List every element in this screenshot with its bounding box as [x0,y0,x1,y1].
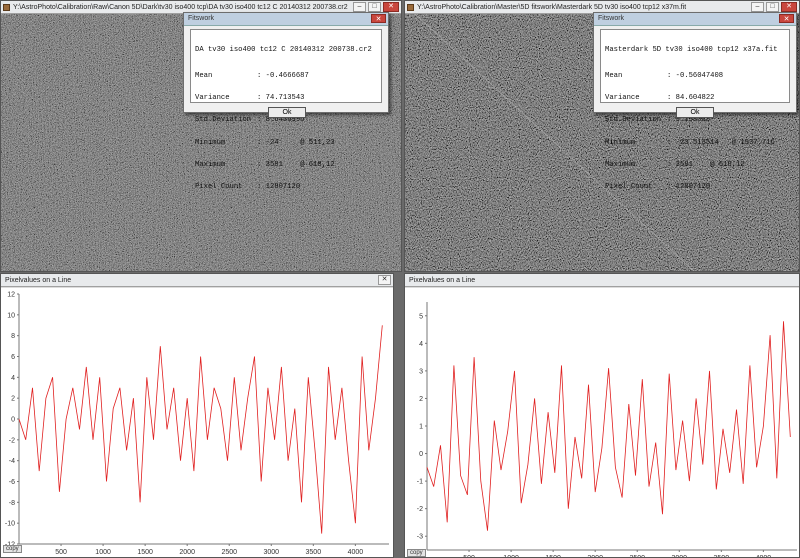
stat-label: Pixel Count [605,183,653,192]
stat-label: Std.Deviation [195,116,252,125]
app-icon [3,4,10,11]
stat-row-minimum: Minimum : -23.513514 @ 1937,716 [605,138,785,147]
y-tick-label: 2 [419,396,423,403]
raw-dark-window[interactable]: Y:\AstroPhoto\Calibration\Raw\Canon 5D\D… [0,0,402,272]
y-tick-label: -6 [9,479,15,486]
stat-value: : -0.4666687 [257,72,309,81]
stat-row-stddev: Std.Deviation: 8.6436996 [195,116,377,125]
stat-row-pixel-count: Pixel Count : 12807120 [605,183,785,192]
stat-label: Variance [605,94,640,103]
y-tick-label: 2 [11,396,15,403]
series-line [18,325,383,534]
line-profile-plot-raw[interactable]: 121086420-2-4-6-8-10-1250010001500200025… [1,288,394,558]
stat-label: Minimum [605,138,636,147]
stat-label: Mean [605,72,623,81]
stat-row-stddev: Std.Deviation: 9.198088 [605,116,785,125]
x-tick-label: 1000 [95,549,111,556]
copy-button[interactable]: copy [3,545,22,553]
stat-row-mean: Mean : -0.4666687 [195,72,377,81]
stat-label: Maximum [605,160,636,169]
stat-value: : 3581 @ 618,12 [667,160,745,169]
stats-dialog-raw[interactable]: Fitswork ✕ DA tv30 iso400 tc12 C 2014031… [183,12,389,191]
stats-dialog-master[interactable]: Fitswork ✕ Masterdark 5D tv30 iso400 tcp… [593,12,797,191]
ok-button[interactable]: Ok [676,107,714,118]
maximize-button[interactable]: □ [766,2,779,12]
x-tick-label: 1500 [137,549,153,556]
stat-label: Minimum [195,138,226,147]
y-tick-label: 0 [419,451,423,458]
line-profile-window-raw[interactable]: Pixelvalues on a Line ✕ 12 10 8 6 4 2 0 -2 -4 -6 -… [0,273,394,558]
x-tick-label: 4000 [348,549,364,556]
stat-label: Mean [195,72,213,81]
stat-label: Maximum [195,160,226,169]
stat-row-variance: Variance : 74.713543 [195,94,377,103]
x-tick-label: 3000 [263,549,279,556]
stat-value: : 3581 @ 618,12 [257,160,335,169]
close-button[interactable]: ✕ [781,2,797,12]
x-tick-label: 500 [55,549,67,556]
line-profile-plot-master[interactable]: 543210-1-2-35001000150020002500300035004… [405,288,800,558]
window-title: Pixelvalues on a Line [409,277,476,284]
y-tick-label: 10 [7,312,15,319]
stat-row-mean: Mean : -0.56047408 [605,72,785,81]
line-profile-titlebar[interactable]: Pixelvalues on a Line [405,274,799,287]
y-tick-label: 1 [419,424,423,431]
y-tick-label: -2 [417,506,423,513]
line-profile-window-master[interactable]: Pixelvalues on a Line 543210-1-2-3500100… [404,273,800,558]
y-tick-label: -8 [9,500,15,507]
copy-button[interactable]: copy [407,549,426,557]
stat-value: : -0.56047408 [667,72,724,81]
y-tick-label: 8 [11,333,15,340]
x-tick-label: 2500 [221,549,237,556]
stat-row-pixel-count: Pixel Count : 12807120 [195,183,377,192]
stats-filename: Masterdark 5D tv30 iso400 tcp12 x37a.fit [605,45,778,54]
window-title: Pixelvalues on a Line [5,277,72,284]
y-tick-label: 12 [7,292,15,299]
close-button[interactable]: ✕ [378,275,391,285]
line-profile-titlebar[interactable]: Pixelvalues on a Line ✕ [1,274,393,287]
x-tick-label: 2000 [179,549,195,556]
close-button[interactable]: ✕ [383,2,399,12]
stat-row-maximum: Maximum : 3581 @ 618,12 [195,160,377,169]
stat-label: Variance [195,94,230,103]
dialog-close-button[interactable]: ✕ [371,14,386,23]
y-tick-label: -1 [417,479,423,486]
maximize-button[interactable]: □ [368,2,381,12]
series-line [426,321,791,531]
stats-panel: Masterdark 5D tv30 iso400 tcp12 x37a.fit… [600,29,790,191]
minimize-button[interactable]: – [751,2,764,12]
y-tick-label: 0 [11,417,15,424]
minimize-button[interactable]: – [353,2,366,12]
y-tick-label: 5 [419,313,423,320]
stat-value: : 12807120 [667,183,711,192]
x-tick-label: 3500 [306,549,322,556]
y-tick-label: 3 [419,368,423,375]
dialog-close-button[interactable]: ✕ [779,14,794,23]
y-tick-label: -10 [5,521,15,528]
master-dark-window[interactable]: Y:\AstroPhoto\Calibration\Master\5D fits… [404,0,800,272]
stat-label: Std.Deviation [605,116,662,125]
stat-row-minimum: Minimum : -24 @ 511,23 [195,138,377,147]
y-tick-label: 4 [11,375,15,382]
stats-filename: DA tv30 iso400 tc12 C 20140312 200738.cr… [195,45,372,54]
dialog-title: Fitswork [184,13,388,26]
stats-panel: DA tv30 iso400 tc12 C 20140312 200738.cr… [190,29,382,191]
ok-button[interactable]: Ok [268,107,306,118]
stat-value: : 74.713543 [257,94,305,103]
stat-label: Pixel Count [195,183,243,192]
y-tick-label: -3 [417,534,423,541]
stat-row-variance: Variance : 84.604822 [605,94,785,103]
y-tick-label: -2 [9,437,15,444]
y-tick-label: -4 [9,458,15,465]
stat-value: : 12807120 [257,183,301,192]
stat-row-maximum: Maximum : 3581 @ 618,12 [605,160,785,169]
app-icon [407,4,414,11]
stat-value: : -23.513514 @ 1937,716 [667,138,775,147]
dialog-title: Fitswork [594,13,796,26]
stat-value: : -24 @ 511,23 [257,138,335,147]
y-tick-label: 4 [419,341,423,348]
y-tick-label: 6 [11,354,15,361]
stat-value: : 84.604822 [667,94,715,103]
